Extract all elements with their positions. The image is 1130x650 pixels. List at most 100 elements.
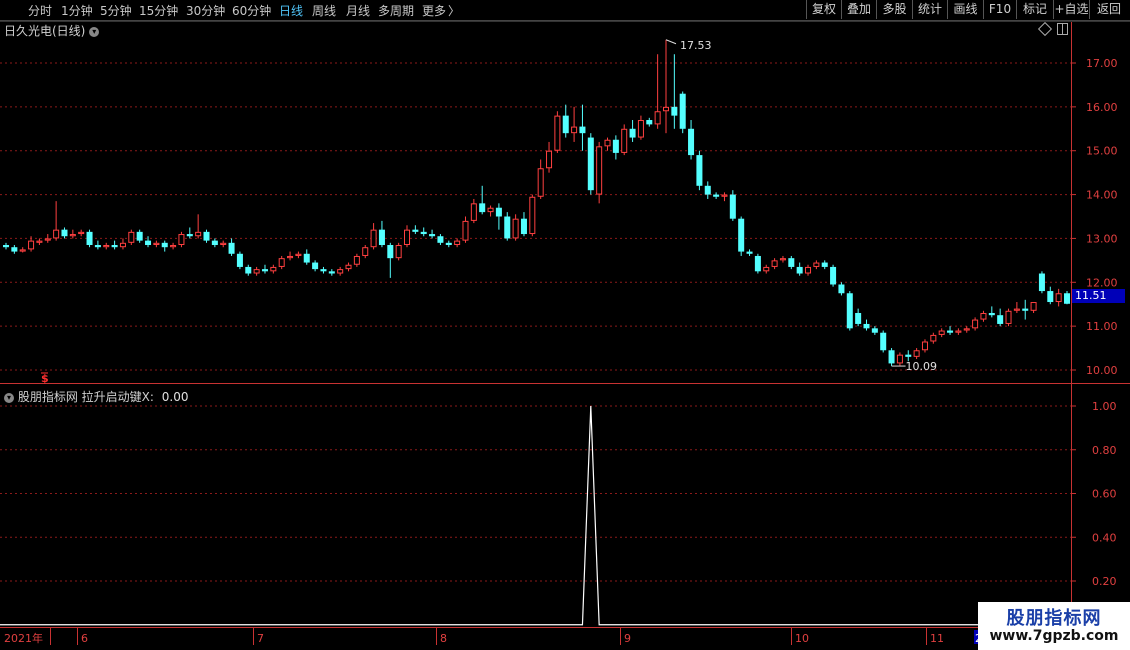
- candle-body: [729, 194, 736, 219]
- candle-body: [186, 234, 193, 237]
- candle-body: [337, 269, 344, 274]
- candle-body: [813, 262, 820, 267]
- candle-body: [805, 266, 812, 274]
- watermark-title: 股朋指标网: [1006, 608, 1102, 629]
- candle-body: [571, 126, 578, 134]
- candle-body: [1005, 310, 1012, 324]
- candle-body: [980, 312, 987, 320]
- price-axis-label: 15.00: [1086, 145, 1118, 158]
- date-year-label: 2021年: [4, 631, 43, 645]
- indicator-axis-label: 0.20: [1092, 575, 1117, 588]
- candle-body: [328, 271, 335, 274]
- candle-body: [253, 269, 260, 274]
- candle-body: [512, 218, 519, 239]
- indicator-axis-label: 1.00: [1092, 400, 1117, 413]
- candle-body: [370, 229, 377, 248]
- candle-body: [345, 264, 352, 270]
- candle-body: [404, 229, 411, 246]
- candle-body: [111, 245, 118, 248]
- candle-body: [36, 240, 43, 243]
- high-pointer: [665, 39, 677, 45]
- candle-body: [1030, 302, 1037, 311]
- candle-body: [1013, 308, 1020, 311]
- candle-body: [128, 231, 135, 243]
- candle-body: [228, 242, 235, 254]
- watermark: 股朋指标网 www.7gpzb.com: [978, 602, 1130, 650]
- candle-body: [637, 120, 644, 138]
- date-month-label: 8: [440, 632, 447, 645]
- candle-body: [621, 128, 628, 153]
- candle-body: [704, 185, 711, 195]
- candle-body: [554, 115, 561, 151]
- date-month-label: 9: [624, 632, 631, 645]
- candle-body: [696, 155, 703, 186]
- indicator-axis-label: 0.80: [1092, 444, 1117, 457]
- kline-chart[interactable]: 17.00 16.00 15.00 14.00 13.00 12.00 11.00 10.00…: [0, 0, 1130, 650]
- candle-body: [763, 266, 770, 272]
- candle-body: [261, 269, 268, 272]
- candle-body: [988, 312, 995, 316]
- candle-body: [145, 240, 152, 246]
- candle-body: [11, 247, 18, 252]
- current-price-tag: 11.51: [1072, 289, 1125, 303]
- candle-body: [103, 245, 110, 248]
- candle-body: [353, 255, 360, 265]
- candle-body: [236, 253, 243, 267]
- candle-body: [61, 229, 68, 237]
- date-month-label: 10: [795, 632, 809, 645]
- candle-body: [947, 330, 954, 333]
- candle-body: [495, 207, 502, 217]
- candle-body: [203, 231, 210, 241]
- candle-body: [579, 126, 586, 134]
- candle-body: [119, 242, 126, 248]
- candle-body: [86, 231, 93, 246]
- candle-body: [1022, 308, 1029, 311]
- candle-body: [2, 245, 10, 248]
- candle-body: [646, 120, 653, 125]
- candle-body: [270, 266, 277, 272]
- indicator-series-line: [0, 405, 1071, 626]
- candle-body: [1047, 291, 1054, 303]
- candle-body: [136, 231, 143, 241]
- candle-body: [721, 194, 728, 197]
- candle-body: [587, 137, 594, 191]
- candle-body: [429, 234, 436, 237]
- candle-body: [220, 242, 227, 246]
- candle-body: [679, 93, 686, 129]
- candle-body: [78, 231, 85, 235]
- watermark-url: www.7gpzb.com: [989, 628, 1119, 644]
- candle-body: [420, 231, 427, 235]
- price-axis-label: 10.00: [1086, 364, 1118, 377]
- candle-body: [921, 341, 928, 351]
- candle-body: [830, 266, 837, 285]
- candle-body: [629, 128, 636, 138]
- candle-body: [520, 218, 527, 235]
- candle-body: [295, 253, 302, 256]
- candle-body: [211, 240, 218, 246]
- candle-body: [688, 128, 695, 156]
- candle-body: [896, 354, 903, 364]
- candle-body: [320, 269, 327, 272]
- price-axis-label: 13.00: [1086, 232, 1118, 245]
- candle-body: [1055, 293, 1062, 303]
- indicator-axis-label: 0.60: [1092, 488, 1117, 501]
- high-label: 17.53: [680, 39, 712, 52]
- candle-body: [504, 216, 511, 239]
- candle-body: [779, 258, 786, 261]
- candle-body: [170, 245, 177, 248]
- candle-body: [278, 258, 285, 267]
- candle-body: [754, 255, 761, 272]
- candle-body: [437, 236, 444, 243]
- date-month-label: 11: [930, 632, 944, 645]
- candle-body: [53, 229, 60, 239]
- candle-body: [863, 323, 870, 329]
- price-axis-label: 16.00: [1086, 101, 1118, 114]
- candle-body: [871, 328, 878, 333]
- candle-body: [487, 207, 494, 213]
- low-label: 10.09: [906, 360, 938, 373]
- candle-body: [771, 260, 778, 267]
- candle-body: [913, 350, 920, 357]
- candle-body: [662, 106, 669, 112]
- candle-body: [796, 266, 803, 274]
- candle-body: [612, 139, 619, 153]
